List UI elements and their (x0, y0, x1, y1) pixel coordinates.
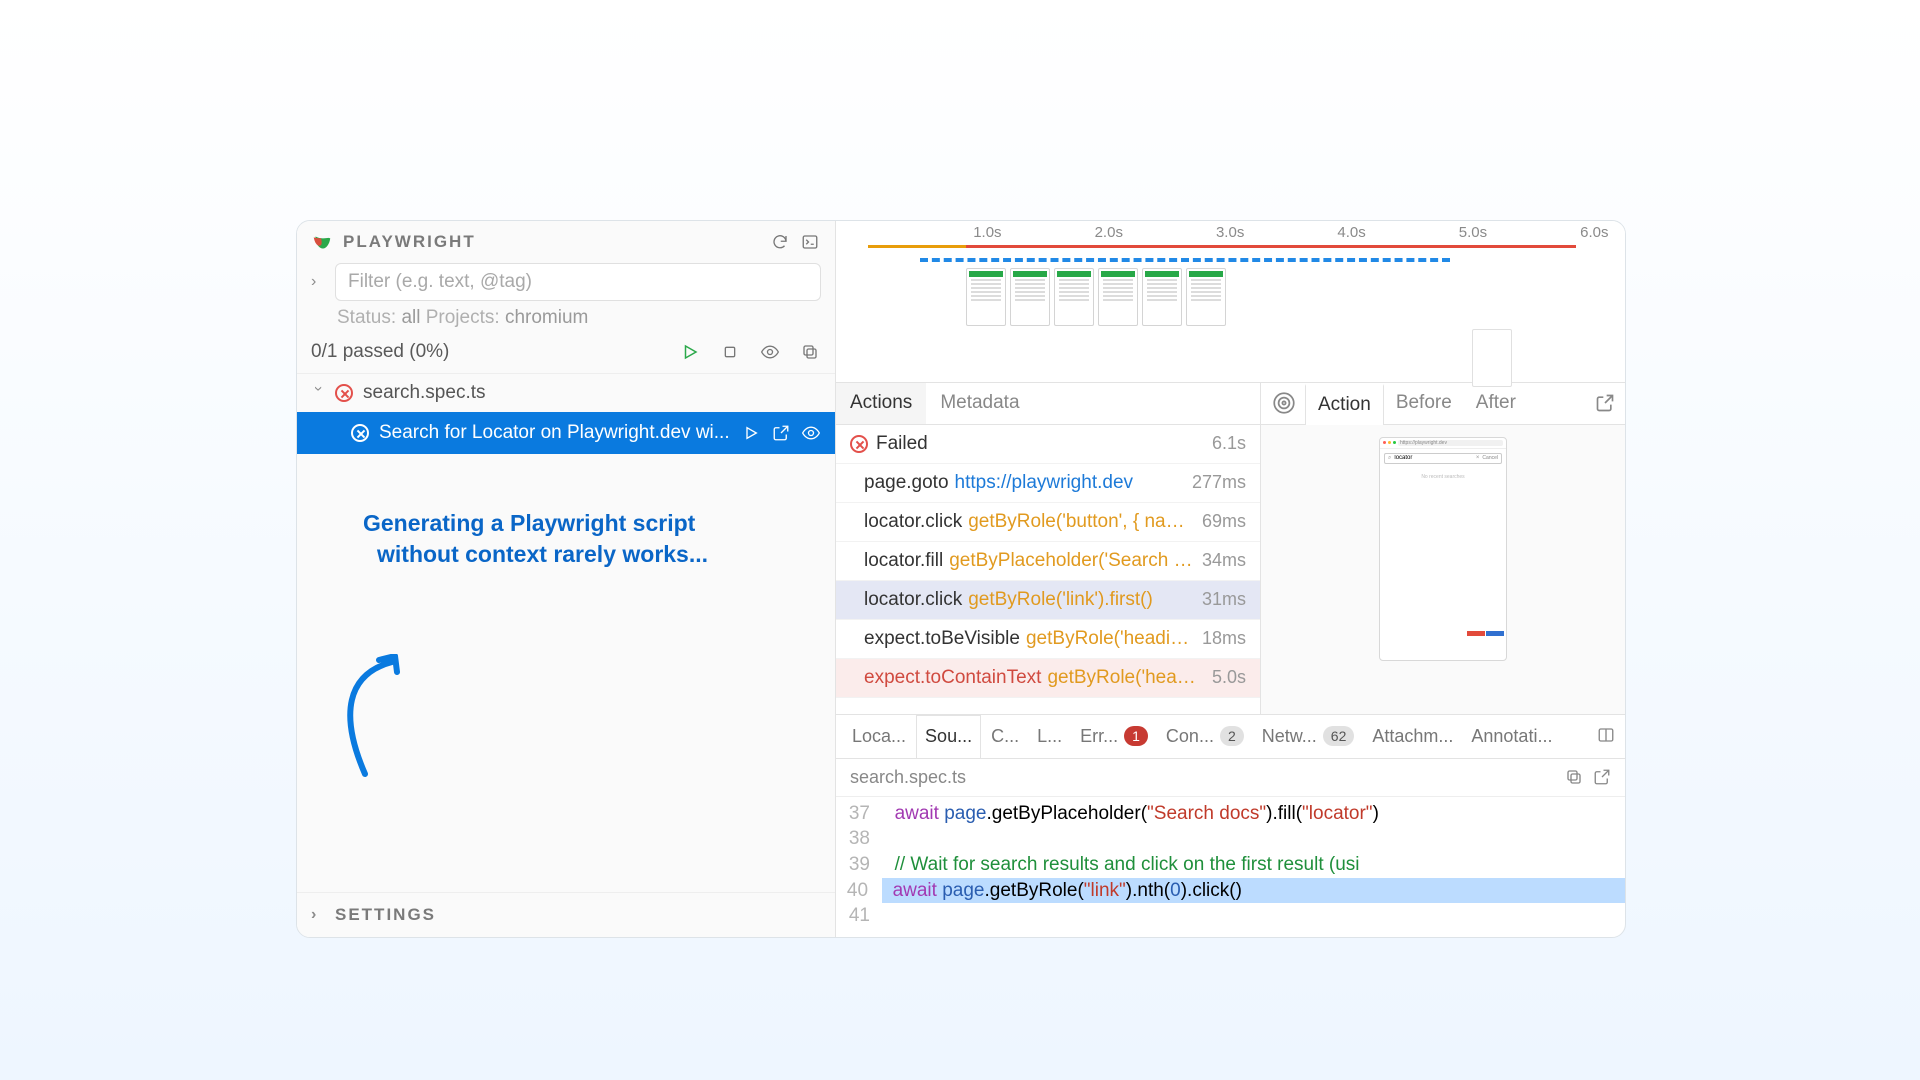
expand-filter-icon[interactable]: › (311, 273, 325, 291)
bottom-tab[interactable]: Con...2 (1158, 715, 1252, 758)
action-failed-header: Failed 6.1s (836, 425, 1260, 464)
annotation-text: Generating a Playwright script without c… (363, 508, 708, 570)
test-row-selected[interactable]: Search for Locator on Playwright.dev wi.… (297, 412, 835, 454)
preview-tab-before[interactable]: Before (1384, 383, 1464, 424)
bottom-tab[interactable]: C... (983, 715, 1027, 758)
target-icon[interactable] (1271, 390, 1297, 416)
preview-panel: Action Before After https://playwright.d… (1261, 383, 1625, 714)
source-code: 37 await page.getByPlaceholder("Search d… (836, 797, 1625, 937)
timeline[interactable]: 1.0s 2.0s 3.0s 4.0s 5.0s 6.0s (836, 221, 1625, 383)
bottom-tab[interactable]: Netw...62 (1254, 715, 1363, 758)
bottom-tab[interactable]: Attachm... (1364, 715, 1461, 758)
playwright-logo-icon (311, 231, 333, 253)
source-filename: search.spec.ts (850, 767, 966, 788)
watch-test-icon[interactable] (801, 423, 821, 443)
filter-status: Status: all Projects: chromium (297, 301, 835, 333)
chevron-right-icon: › (311, 906, 325, 924)
test-file-name: search.spec.ts (363, 382, 486, 404)
timeline-tick: 1.0s (973, 224, 1001, 241)
bottom-tab[interactable]: L... (1029, 715, 1070, 758)
copy-icon[interactable] (1565, 768, 1583, 786)
watch-icon[interactable] (759, 341, 781, 363)
settings-toggle[interactable]: › SETTINGS (297, 892, 835, 937)
layout-split-icon[interactable] (1597, 726, 1617, 746)
timeline-tick: 4.0s (1337, 224, 1365, 241)
timeline-tick: 5.0s (1459, 224, 1487, 241)
action-item[interactable]: expect.toBeVisiblegetByRole('heading'...… (836, 620, 1260, 659)
open-file-icon[interactable] (771, 423, 791, 443)
stop-icon[interactable] (719, 341, 741, 363)
open-external-icon[interactable] (1593, 768, 1611, 786)
action-item[interactable]: locator.clickgetByRole('button', { nam..… (836, 503, 1260, 542)
preview-tab-action[interactable]: Action (1305, 384, 1384, 425)
run-test-icon[interactable] (741, 423, 761, 443)
timeline-tick: 2.0s (1095, 224, 1123, 241)
bottom-tab[interactable]: Loca... (844, 715, 914, 758)
bottom-tabbar: Loca...Sou...C...L...Err...1Con...2Netw.… (836, 715, 1625, 759)
preview-search-input (1394, 455, 1473, 461)
tab-metadata[interactable]: Metadata (926, 383, 1033, 424)
reload-icon[interactable] (769, 231, 791, 253)
app-title: PLAYWRIGHT (343, 232, 761, 252)
sidebar: PLAYWRIGHT › Status: all Projects: chrom… (297, 221, 836, 937)
dom-snapshot-preview[interactable]: https://playwright.dev ⌕ × Cancel No rec… (1379, 437, 1507, 661)
popout-icon[interactable] (1595, 393, 1615, 413)
tab-actions[interactable]: Actions (836, 383, 926, 424)
annotation-arrow-icon (317, 654, 407, 794)
bottom-tab[interactable]: Sou... (916, 715, 981, 758)
pass-summary: 0/1 passed (0%) (311, 341, 671, 363)
action-item[interactable]: locator.fillgetByPlaceholder('Search d..… (836, 542, 1260, 581)
filter-input[interactable] (335, 263, 821, 301)
run-all-icon[interactable] (679, 341, 701, 363)
terminal-icon[interactable] (799, 231, 821, 253)
preview-tab-after[interactable]: After (1464, 383, 1528, 424)
test-file-row[interactable]: › search.spec.ts (297, 373, 835, 412)
fail-status-icon (335, 384, 353, 402)
fail-status-icon (351, 424, 369, 442)
test-name: Search for Locator on Playwright.dev wi.… (379, 422, 731, 444)
chevron-down-icon: › (309, 386, 327, 400)
timeline-tick: 3.0s (1216, 224, 1244, 241)
action-item[interactable]: locator.clickgetByRole('link').first()31… (836, 581, 1260, 620)
bottom-tab[interactable]: Annotati... (1463, 715, 1560, 758)
actions-panel: Actions Metadata Failed 6.1s page.gotoht… (836, 383, 1261, 714)
bottom-tab[interactable]: Err...1 (1072, 715, 1156, 758)
fail-status-icon (850, 435, 868, 453)
timeline-tick: 6.0s (1580, 224, 1608, 241)
collapse-icon[interactable] (799, 341, 821, 363)
action-item[interactable]: page.gotohttps://playwright.dev277ms (836, 464, 1260, 503)
action-item[interactable]: expect.toContainTextgetByRole('headin...… (836, 659, 1260, 698)
